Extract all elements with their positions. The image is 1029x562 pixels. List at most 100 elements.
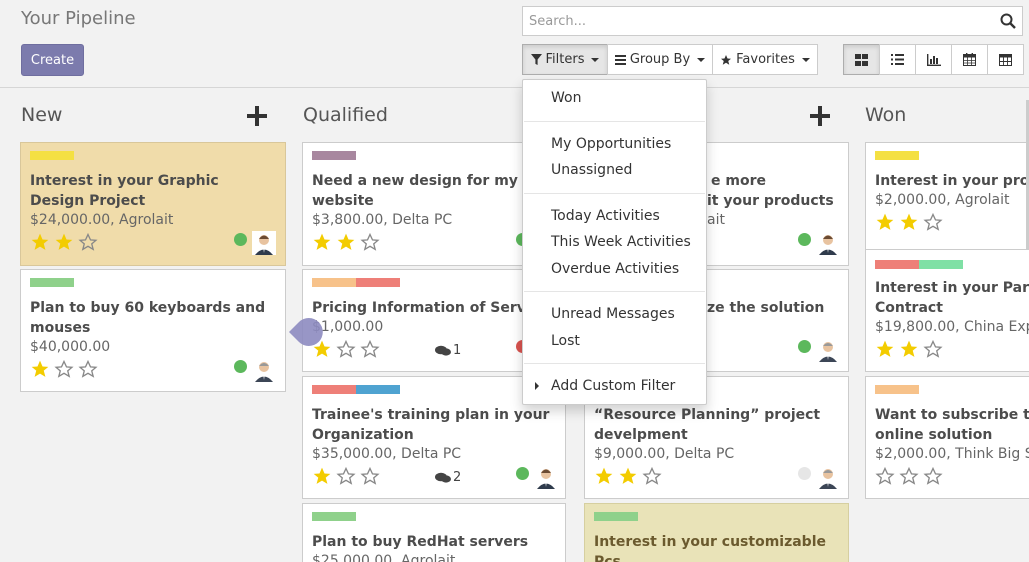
kanban-card[interactable]: Plan to buy RedHat servers $25,000.00, A… <box>302 503 566 562</box>
filter-item-overdue-activities[interactable]: Overdue Activities <box>551 261 679 277</box>
status-dot[interactable] <box>798 233 811 246</box>
card-title: “Resource Planning” project develpment <box>594 407 821 443</box>
priority-stars[interactable] <box>874 339 944 359</box>
search-input[interactable]: Search... <box>522 6 1023 36</box>
star-empty-icon[interactable] <box>922 339 944 359</box>
status-dot[interactable] <box>234 360 247 373</box>
status-dot[interactable] <box>516 467 529 480</box>
card-title: Interest in your customizable Pcs <box>594 534 826 562</box>
star-filled-icon[interactable] <box>311 466 333 486</box>
filter-item-my-opportunities[interactable]: My Opportunities <box>551 136 671 152</box>
star-filled-icon[interactable] <box>311 232 333 252</box>
card-amount: ait <box>707 212 725 228</box>
star-filled-icon[interactable] <box>53 232 75 252</box>
star-empty-icon[interactable] <box>359 232 381 252</box>
filter-item-unassigned[interactable]: Unassigned <box>551 162 632 178</box>
filter-item-today-activities[interactable]: Today Activities <box>551 208 660 224</box>
kanban-card[interactable]: Interest in your Partne Contract $19,800… <box>865 249 1029 372</box>
card-title: Interest in your produc <box>875 173 1029 189</box>
favorites-button[interactable]: Favorites <box>712 44 818 75</box>
star-empty-icon[interactable] <box>922 212 944 232</box>
drag-handle-bubble[interactable] <box>289 316 323 348</box>
calendar-view-button[interactable] <box>951 44 988 75</box>
filter-item-this-week-activities[interactable]: This Week Activities <box>551 234 691 250</box>
filter-item-lost[interactable]: Lost <box>551 333 580 349</box>
avatar[interactable] <box>816 465 840 489</box>
priority-stars[interactable] <box>593 466 663 486</box>
card-amount: $3,800.00, Delta PC <box>312 212 453 228</box>
star-empty-icon[interactable] <box>77 359 99 379</box>
priority-stars[interactable] <box>874 212 944 232</box>
filter-item-won[interactable]: Won <box>551 90 581 106</box>
priority-stars[interactable] <box>311 466 381 486</box>
card-amount: $2,000.00, Think Big Sy <box>875 446 1029 462</box>
avatar[interactable] <box>816 231 840 255</box>
kanban-card[interactable]: Interest in your produc $2,000.00, Agrol… <box>865 142 1029 266</box>
avatar[interactable] <box>534 465 558 489</box>
star-empty-icon[interactable] <box>53 359 75 379</box>
card-amount: $9,000.00, Delta PC <box>594 446 735 462</box>
avatar[interactable] <box>816 338 840 362</box>
tag-bar <box>594 512 638 521</box>
column-title-new: New <box>21 104 63 126</box>
star-empty-icon[interactable] <box>641 466 663 486</box>
star-empty-icon[interactable] <box>335 466 357 486</box>
card-title: e more <box>711 173 766 189</box>
add-card-icon[interactable] <box>810 106 830 126</box>
priority-stars[interactable] <box>29 359 99 379</box>
filters-button[interactable]: Filters <box>522 44 608 75</box>
list-view-button[interactable] <box>879 44 916 75</box>
star-filled-icon[interactable] <box>874 212 896 232</box>
card-title: Interest in your Partne <box>875 280 1029 296</box>
priority-stars[interactable] <box>874 466 944 486</box>
star-empty-icon[interactable] <box>359 339 381 359</box>
add-custom-filter[interactable]: Add Custom Filter <box>551 378 675 394</box>
card-title: Plan to buy RedHat servers <box>312 534 529 550</box>
kanban-card[interactable]: Interest in your customizable Pcs <box>584 503 849 562</box>
star-filled-icon[interactable] <box>898 212 920 232</box>
star-empty-icon[interactable] <box>77 232 99 252</box>
star-empty-icon[interactable] <box>874 466 896 486</box>
tag-bar <box>312 151 356 160</box>
star-filled-icon[interactable] <box>29 232 51 252</box>
status-dot[interactable] <box>234 233 247 246</box>
star-empty-icon[interactable] <box>922 466 944 486</box>
pivot-view-button[interactable] <box>987 44 1024 75</box>
star-filled-icon[interactable] <box>335 232 357 252</box>
messages-counter[interactable]: 2 <box>435 470 461 485</box>
kanban-card[interactable]: Interest in your Graphic Design Project … <box>20 142 286 266</box>
search-icon[interactable] <box>1000 13 1016 29</box>
tag-bar <box>312 385 400 394</box>
filters-label: Filters <box>545 52 585 67</box>
messages-counter[interactable]: 1 <box>435 343 461 358</box>
star-filled-icon[interactable] <box>874 339 896 359</box>
kanban-view-button[interactable] <box>843 44 880 75</box>
status-dot[interactable] <box>798 340 811 353</box>
kanban-card[interactable]: Plan to buy 60 keyboards and mouses $40,… <box>20 269 286 392</box>
filter-icon <box>530 54 542 65</box>
card-title: online solution <box>875 427 993 443</box>
avatar[interactable] <box>252 358 276 382</box>
tag-bar <box>30 278 74 287</box>
status-dot[interactable] <box>798 467 811 480</box>
star-empty-icon[interactable] <box>359 466 381 486</box>
star-filled-icon[interactable] <box>898 339 920 359</box>
star-empty-icon[interactable] <box>335 339 357 359</box>
card-title: Need a new design for my website <box>312 173 518 209</box>
column-title-won: Won <box>865 104 907 126</box>
priority-stars[interactable] <box>29 232 99 252</box>
avatar[interactable] <box>252 231 276 255</box>
comments-icon <box>435 345 451 356</box>
card-amount: $40,000.00 <box>30 339 111 355</box>
star-filled-icon[interactable] <box>593 466 615 486</box>
graph-view-button[interactable] <box>915 44 952 75</box>
create-button[interactable]: Create <box>21 44 84 76</box>
priority-stars[interactable] <box>311 232 381 252</box>
star-empty-icon[interactable] <box>898 466 920 486</box>
kanban-card[interactable]: Want to subscribe to y online solution $… <box>865 376 1029 499</box>
filter-item-unread-messages[interactable]: Unread Messages <box>551 306 675 322</box>
group-by-button[interactable]: Group By <box>607 44 713 75</box>
add-card-icon[interactable] <box>247 106 267 126</box>
star-filled-icon[interactable] <box>29 359 51 379</box>
star-filled-icon[interactable] <box>617 466 639 486</box>
